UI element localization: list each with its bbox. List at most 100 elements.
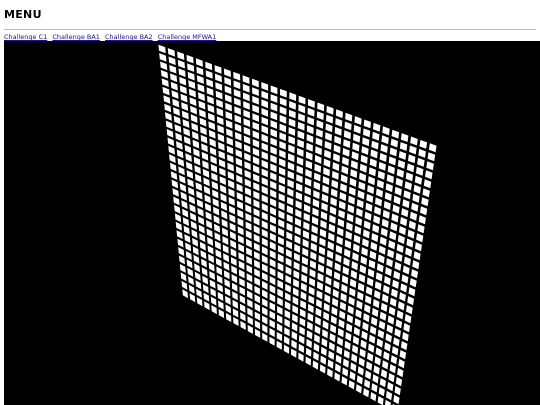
grid-cell — [232, 299, 238, 309]
challenge-ba2-link[interactable]: Challenge BA2 — [105, 33, 153, 41]
grid-cell — [321, 193, 329, 203]
grid-cell — [245, 204, 252, 214]
grid-cell — [262, 263, 268, 273]
grid-cell — [208, 121, 216, 131]
grid-cell — [167, 137, 175, 147]
grid-cell — [365, 286, 373, 296]
grid-cell — [223, 253, 229, 263]
grid-cell — [228, 179, 235, 189]
grid-cell — [230, 257, 237, 266]
grid-cell — [375, 347, 382, 357]
grid-cell — [253, 242, 260, 252]
grid-cell — [311, 233, 318, 243]
grid-cell — [204, 194, 211, 204]
grid-cell — [367, 185, 375, 194]
grid-cell — [235, 132, 242, 141]
grid-cell — [189, 293, 196, 303]
grid-cell — [349, 278, 357, 288]
grid-cell — [214, 65, 222, 74]
grid-cell — [187, 63, 195, 72]
grid-cell — [236, 174, 243, 184]
render-canvas[interactable] — [4, 41, 540, 405]
grid-cell — [285, 292, 291, 302]
grid-cell — [188, 80, 196, 89]
grid-cell — [262, 272, 268, 282]
grid-cell — [239, 303, 246, 313]
grid-cell — [316, 111, 324, 120]
grid-cell — [224, 94, 232, 103]
grid-cell — [163, 95, 171, 104]
grid-cell — [287, 161, 295, 171]
grid-cell — [278, 227, 285, 237]
grid-cell — [289, 101, 296, 110]
grid-cell — [187, 178, 194, 188]
grid-cell — [401, 208, 409, 218]
grid-cell — [326, 114, 334, 124]
grid-cell — [344, 239, 352, 249]
challenge-ba1-link[interactable]: Challenge BA1 — [52, 33, 100, 41]
grid-cell — [170, 162, 177, 172]
grid-cell — [407, 296, 414, 306]
grid-cell — [311, 216, 319, 226]
grid-cell — [358, 181, 366, 191]
grid-cell — [393, 270, 401, 280]
grid-cell — [405, 172, 414, 182]
grid-cell — [389, 231, 397, 241]
grid-cell — [314, 172, 321, 182]
challenge-mfwa1-link[interactable]: Challenge MFWA1 — [158, 33, 217, 41]
grid-cell — [252, 78, 259, 88]
grid-cell — [204, 301, 210, 311]
grid-cell — [349, 287, 356, 297]
grid-cell — [239, 278, 245, 287]
grid-cell — [240, 312, 246, 322]
grid-cell — [298, 113, 305, 122]
grid-cell — [385, 267, 392, 277]
grid-cell — [278, 201, 285, 211]
grid-cell — [197, 207, 204, 217]
grid-cell — [286, 231, 293, 241]
grid-cell — [334, 135, 342, 145]
grid-cell — [311, 225, 318, 235]
grid-cell — [269, 319, 275, 329]
grid-cell — [262, 298, 268, 308]
grid-cell — [226, 137, 233, 146]
grid-cell — [195, 280, 202, 290]
grid-cell — [213, 215, 220, 225]
grid-cell — [374, 290, 381, 300]
grid-cell — [243, 101, 250, 110]
grid-cell — [218, 300, 224, 310]
grid-cell — [346, 222, 353, 232]
grid-cell — [325, 132, 332, 142]
grid-cell — [270, 137, 277, 147]
grid-cell — [194, 263, 200, 273]
grid-cell — [166, 129, 174, 138]
grid-cell — [253, 173, 260, 183]
grid-cell — [380, 302, 388, 312]
grid-cell — [187, 71, 195, 81]
grid-cell — [383, 284, 390, 294]
grid-cell — [326, 258, 333, 268]
grid-cell — [366, 361, 373, 371]
grid-cell — [400, 341, 408, 351]
grid-cell — [341, 165, 349, 175]
grid-cell — [310, 242, 317, 252]
grid-cell — [335, 118, 343, 127]
grid-cell — [288, 118, 296, 128]
grid-cell — [343, 130, 351, 140]
grid-cell — [207, 104, 215, 113]
grid-cell — [307, 107, 315, 117]
grid-cell — [270, 154, 277, 164]
grid-cell — [332, 162, 340, 171]
grid-cell — [237, 235, 244, 244]
grid-cell — [173, 107, 180, 116]
grid-cell — [220, 184, 227, 194]
grid-cell — [196, 288, 202, 298]
grid-cell — [277, 288, 283, 298]
grid-cell — [224, 77, 232, 86]
grid-cell — [390, 138, 398, 148]
grid-cell — [212, 198, 219, 207]
grid-cell — [368, 176, 375, 186]
grid-cell — [369, 250, 377, 260]
challenge-c1-link[interactable]: Challenge C1 — [4, 33, 47, 41]
grid-cell — [254, 285, 260, 295]
